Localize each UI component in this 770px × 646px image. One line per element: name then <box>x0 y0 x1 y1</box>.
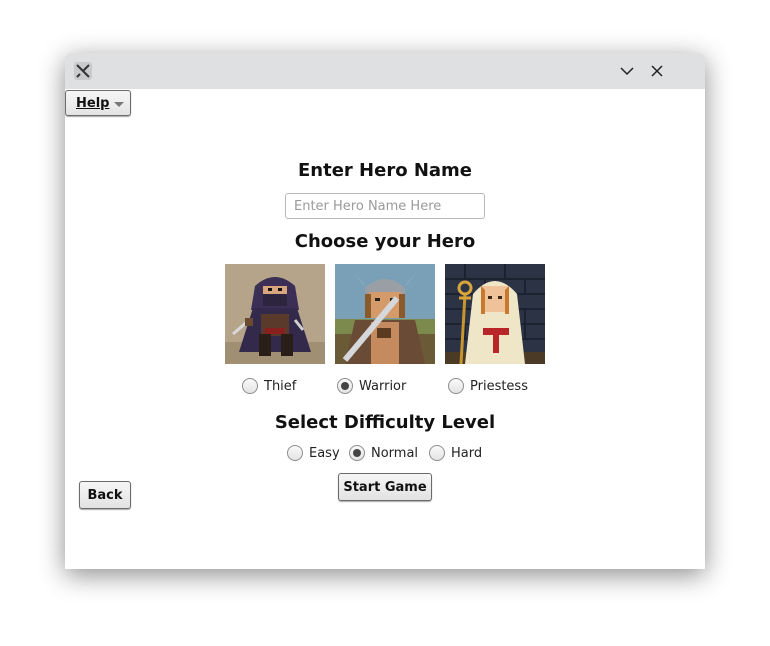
difficulty-radio-hard[interactable]: Hard <box>429 445 482 461</box>
radio-circle[interactable] <box>287 445 303 461</box>
hero-radio-priestess[interactable]: Priestess <box>448 378 528 394</box>
thief-portrait-image <box>225 264 325 364</box>
hero-name-heading: Enter Hero Name <box>297 160 473 181</box>
radio-circle-selected[interactable] <box>349 445 365 461</box>
minimize-chevron-icon[interactable] <box>619 63 635 79</box>
hero-name-input[interactable] <box>285 193 485 219</box>
hero-radio-thief[interactable]: Thief <box>242 378 296 394</box>
game-setup-window: Help Enter Hero Name Choose your Hero <box>65 53 705 569</box>
radio-circle[interactable] <box>242 378 258 394</box>
hero-radio-label: Priestess <box>470 378 528 394</box>
difficulty-radio-label: Hard <box>451 445 483 461</box>
choose-hero-heading: Choose your Hero <box>294 231 476 252</box>
hero-radio-label: Warrior <box>359 378 407 394</box>
radio-circle[interactable] <box>448 378 464 394</box>
close-icon[interactable] <box>649 63 665 79</box>
warrior-portrait-image <box>335 264 435 364</box>
difficulty-radio-label: Easy <box>309 445 340 461</box>
difficulty-radio-easy[interactable]: Easy <box>287 445 340 461</box>
chevron-down-icon <box>114 102 124 107</box>
difficulty-radio-label: Normal <box>371 445 419 461</box>
radio-circle[interactable] <box>429 445 445 461</box>
title-bar <box>65 53 705 89</box>
difficulty-heading: Select Difficulty Level <box>274 412 496 433</box>
help-menu-label: Help <box>76 96 110 111</box>
hero-radio-warrior[interactable]: Warrior <box>337 378 406 394</box>
back-button[interactable]: Back <box>79 481 131 509</box>
difficulty-radio-normal[interactable]: Normal <box>349 445 418 461</box>
priestess-portrait-image <box>445 264 545 364</box>
help-menu-button[interactable]: Help <box>65 90 131 116</box>
hero-radio-label: Thief <box>264 378 297 394</box>
x-window-icon <box>74 62 92 80</box>
start-game-button[interactable]: Start Game <box>338 473 432 501</box>
radio-circle-selected[interactable] <box>337 378 353 394</box>
